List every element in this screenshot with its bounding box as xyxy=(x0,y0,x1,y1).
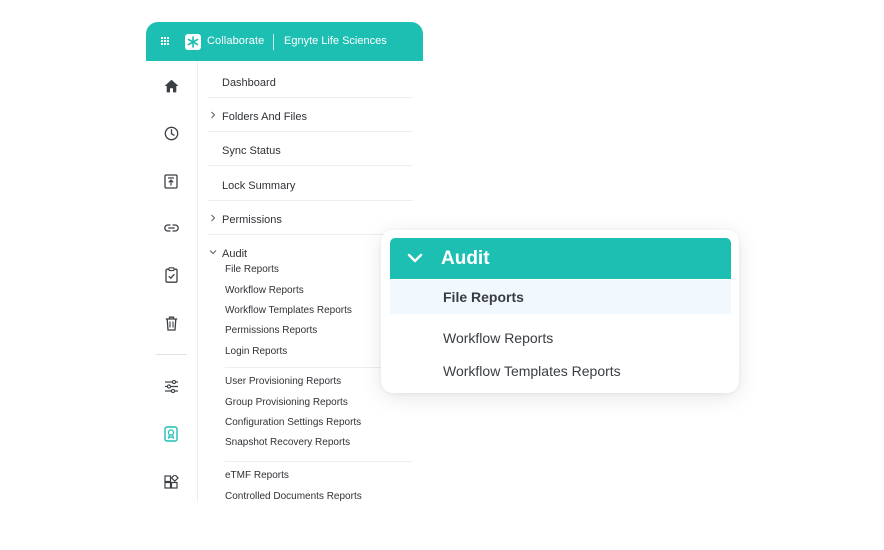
sub-divider xyxy=(225,461,413,462)
app-grid-icon[interactable] xyxy=(161,37,169,45)
audit-header[interactable]: Audit xyxy=(390,238,731,279)
clipboard-check-icon[interactable] xyxy=(162,266,180,284)
home-icon[interactable] xyxy=(162,77,180,95)
app-name[interactable]: Collaborate xyxy=(207,35,264,47)
nav-item-permissions[interactable]: Permissions xyxy=(208,201,413,235)
audit-sub-item[interactable]: Workflow Reports xyxy=(225,285,304,296)
chevron-down-icon[interactable] xyxy=(407,252,423,264)
audit-sub-item[interactable]: User Provisioning Reports xyxy=(225,376,341,387)
collaborate-logo-icon xyxy=(185,34,201,50)
clock-icon[interactable] xyxy=(162,124,180,142)
chevron-right-icon[interactable] xyxy=(209,111,217,119)
nav-item-label: Sync Status xyxy=(222,145,281,157)
chevron-down-icon[interactable] xyxy=(209,248,217,256)
audit-sub-item[interactable]: Group Provisioning Reports xyxy=(225,397,348,408)
nav-item-lock-summary[interactable]: Lock Summary xyxy=(208,167,413,201)
audit-zoom-card: Audit File Reports Workflow Reports Work… xyxy=(381,230,739,393)
nav-item-folders-and-files[interactable]: Folders And Files xyxy=(208,98,413,132)
workspace-name: Egnyte Life Sciences xyxy=(284,35,387,47)
link-icon[interactable] xyxy=(162,219,180,237)
audit-sub-item[interactable]: Login Reports xyxy=(225,346,287,357)
apps-grid-icon[interactable] xyxy=(162,473,180,491)
popup-item-label: Workflow Templates Reports xyxy=(443,363,621,379)
nav-item-sync-status[interactable]: Sync Status xyxy=(208,132,413,166)
popup-item-label: Workflow Reports xyxy=(443,330,554,346)
upload-icon[interactable] xyxy=(162,172,180,190)
report-badge-icon[interactable] xyxy=(162,425,180,443)
audit-sub-item[interactable]: Controlled Documents Reports xyxy=(225,491,362,502)
audit-sub-item[interactable]: File Reports xyxy=(225,264,279,275)
nav-item-label: Dashboard xyxy=(222,77,276,89)
popup-item-label: File Reports xyxy=(443,289,524,305)
audit-sub-item[interactable]: Configuration Settings Reports xyxy=(225,417,361,428)
nav-item-label: Lock Summary xyxy=(222,180,296,192)
popup-item-workflow-reports[interactable]: Workflow Reports xyxy=(390,321,731,355)
nav-item-label: Audit xyxy=(222,248,248,260)
sliders-icon[interactable] xyxy=(162,377,180,395)
audit-title: Audit xyxy=(441,248,490,269)
trash-icon[interactable] xyxy=(162,314,180,332)
icon-rail xyxy=(146,61,198,502)
audit-sub-item[interactable]: Snapshot Recovery Reports xyxy=(225,437,350,448)
rail-divider xyxy=(156,354,187,355)
audit-sub-item[interactable]: Workflow Templates Reports xyxy=(225,305,352,316)
nav-item-label: Folders And Files xyxy=(222,111,307,123)
audit-sub-item[interactable]: eTMF Reports xyxy=(225,470,289,481)
nav-item-label: Permissions xyxy=(222,214,282,226)
chevron-right-icon[interactable] xyxy=(209,214,217,222)
audit-sub-item[interactable]: Permissions Reports xyxy=(225,325,317,336)
top-bar: Collaborate Egnyte Life Sciences xyxy=(146,22,423,61)
popup-item-workflow-templates-reports[interactable]: Workflow Templates Reports xyxy=(390,354,731,388)
nav-item-dashboard[interactable]: Dashboard xyxy=(208,64,413,98)
popup-item-file-reports[interactable]: File Reports xyxy=(390,280,731,314)
header-divider xyxy=(273,34,274,50)
